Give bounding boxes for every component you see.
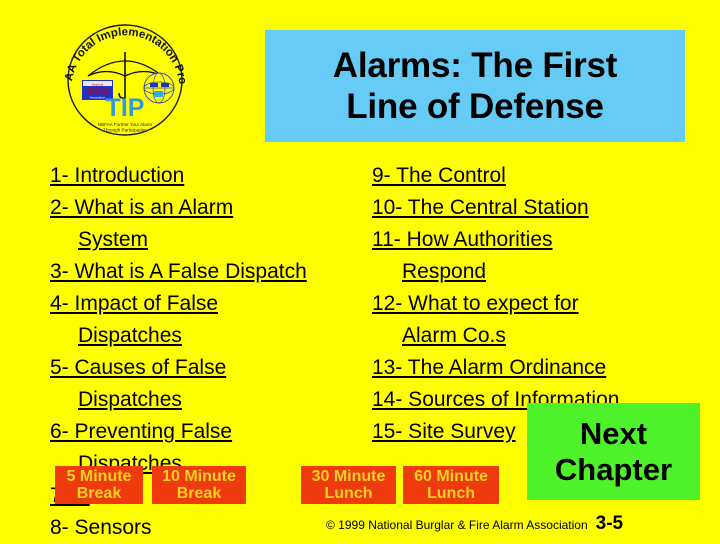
logo-monogram: TIP [106, 94, 145, 122]
toc-link-9[interactable]: 9- The Control [372, 164, 506, 187]
toc-item-5-cont[interactable]: Dispatches [50, 384, 370, 416]
toc-link-12[interactable]: 12- What to expect for [372, 292, 579, 315]
toc-link-2-cont[interactable]: System [78, 228, 148, 251]
break-10-line2: Break [176, 485, 222, 502]
slide-canvas: NBFAA Total Implementation Project Natio… [0, 0, 720, 540]
svg-text:NBFAA Further Your Alarm: NBFAA Further Your Alarm [98, 122, 153, 127]
next-chapter-button[interactable]: Next Chapter [527, 403, 700, 500]
toc-item-13[interactable]: 13- The Alarm Ordinance [372, 352, 702, 384]
toc-item-4[interactable]: 4- Impact of False [50, 288, 370, 320]
toc-item-3[interactable]: 3- What is A False Dispatch [50, 256, 370, 288]
toc-link-3[interactable]: 3- What is A False Dispatch [50, 260, 307, 283]
lunch-60-line1: 60 Minute [414, 468, 488, 485]
toc-item-2-cont[interactable]: System [50, 224, 370, 256]
toc-item-1[interactable]: 1- Introduction [50, 160, 370, 192]
break-10-minute-button[interactable]: 10 Minute Break [152, 466, 246, 504]
break-5-line2: Break [76, 485, 122, 502]
toc-item-11[interactable]: 11- How Authorities [372, 224, 702, 256]
page-number: 3-5 [595, 513, 624, 534]
toc-item-9[interactable]: 9- The Control [372, 160, 702, 192]
slide-title-box: Alarms: The First Line of Defense [265, 30, 685, 142]
break-10-line1: 10 Minute [162, 468, 236, 485]
break-5-minute-button[interactable]: 5 Minute Break [55, 466, 143, 504]
toc-link-10[interactable]: 10- The Central Station [372, 196, 589, 219]
svg-text:Through Participation: Through Participation [103, 128, 147, 133]
toc-link-4-cont[interactable]: Dispatches [78, 324, 182, 347]
lunch-60-minute-button[interactable]: 60 Minute Lunch [403, 466, 499, 504]
toc-link-13[interactable]: 13- The Alarm Ordinance [372, 356, 606, 379]
toc-item-8[interactable]: 8- Sensors [50, 512, 370, 544]
toc-item-4-cont[interactable]: Dispatches [50, 320, 370, 352]
nbfaa-tip-logo: NBFAA Total Implementation Project Natio… [58, 12, 193, 147]
toc-link-5[interactable]: 5- Causes of False [50, 356, 226, 379]
copyright-notice: © 1999 National Burglar & Fire Alarm Ass… [326, 518, 588, 532]
next-chapter-line1: Next [579, 415, 648, 451]
next-chapter-line2: Chapter [554, 451, 673, 487]
toc-link-12-cont[interactable]: Alarm Co.s [402, 324, 506, 347]
toc-link-2[interactable]: 2- What is an Alarm [50, 196, 233, 219]
lunch-30-line2: Lunch [324, 485, 373, 502]
toc-link-5-cont[interactable]: Dispatches [78, 388, 182, 411]
title-line-1: Alarms: The First [332, 45, 618, 85]
toc-item-5[interactable]: 5- Causes of False [50, 352, 370, 384]
title-line-2: Line of Defense [346, 87, 604, 126]
lunch-30-line1: 30 Minute [311, 468, 386, 485]
page-title: Alarms: The First Line of Defense [332, 45, 618, 128]
toc-item-2[interactable]: 2- What is an Alarm [50, 192, 370, 224]
toc-link-11-cont[interactable]: Respond [402, 260, 486, 283]
svg-text:National: National [92, 82, 104, 86]
toc-link-15[interactable]: 15- Site Survey [372, 420, 516, 443]
svg-text:Association: Association [90, 95, 106, 99]
toc-item-10[interactable]: 10- The Central Station [372, 192, 702, 224]
lunch-30-minute-button[interactable]: 30 Minute Lunch [301, 466, 396, 504]
toc-item-6[interactable]: 6- Preventing False [50, 416, 370, 448]
toc-item-12-cont[interactable]: Alarm Co.s [372, 320, 702, 352]
toc-link-6[interactable]: 6- Preventing False [50, 420, 232, 443]
slide-footer: © 1999 National Burglar & Fire Alarm Ass… [326, 513, 623, 535]
lunch-60-line2: Lunch [427, 485, 475, 502]
toc-label-8: 8- Sensors [50, 516, 152, 539]
toc-item-12[interactable]: 12- What to expect for [372, 288, 702, 320]
toc-item-11-cont[interactable]: Respond [372, 256, 702, 288]
toc-link-1[interactable]: 1- Introduction [50, 164, 184, 187]
break-5-line1: 5 Minute [66, 468, 132, 485]
toc-link-11[interactable]: 11- How Authorities [372, 228, 553, 251]
toc-link-4[interactable]: 4- Impact of False [50, 292, 218, 315]
